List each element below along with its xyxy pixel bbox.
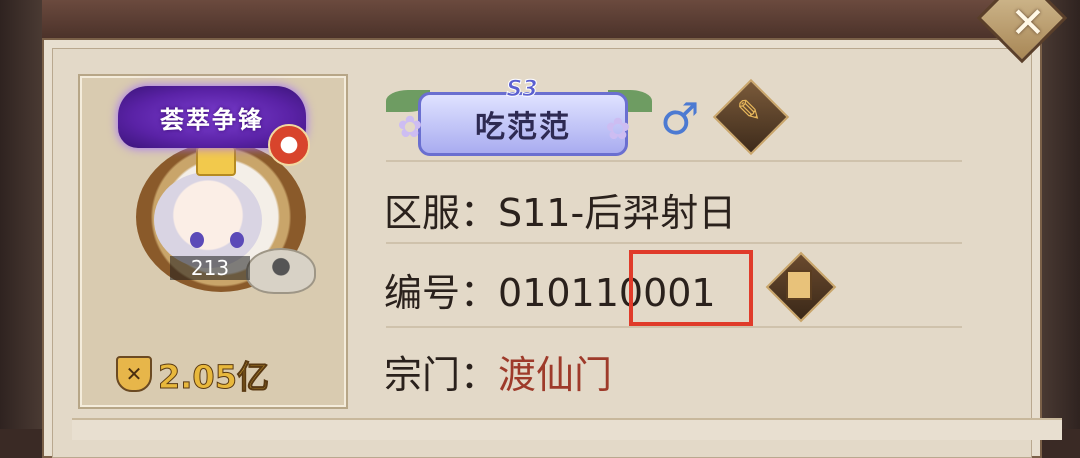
- avatar-eye-right: [230, 232, 244, 248]
- power-shield-icon: ✕: [116, 356, 152, 392]
- avatar[interactable]: [154, 172, 262, 268]
- right-frame: [1040, 0, 1080, 429]
- season-label: S3: [506, 76, 538, 102]
- divider: [386, 326, 962, 328]
- divider: [386, 160, 962, 162]
- flower-left-icon: ✿: [397, 110, 423, 145]
- bowl-icon: [246, 248, 316, 294]
- copy-icon[interactable]: [786, 270, 812, 300]
- top-frame: [0, 0, 1080, 40]
- player-level: 213: [170, 256, 250, 280]
- title-badge-text: 荟萃争锋: [160, 105, 264, 134]
- close-icon[interactable]: ✕: [998, 0, 1058, 52]
- left-frame: [0, 0, 42, 429]
- sect-row: 宗门：渡仙门: [384, 344, 612, 399]
- divider: [386, 242, 962, 244]
- sect-label: 宗门：: [384, 353, 499, 397]
- sect-value[interactable]: 渡仙门: [498, 353, 612, 397]
- server-label: 区服：: [384, 191, 499, 235]
- bottom-card: [72, 418, 1062, 440]
- crown-icon: [196, 146, 236, 176]
- combat-power: 2.05亿: [158, 358, 270, 397]
- gem-icon: [268, 124, 310, 166]
- gender-male-icon: ♂: [660, 94, 700, 145]
- avatar-eye-left: [190, 232, 204, 248]
- brush-icon[interactable]: ✎: [734, 94, 764, 138]
- server-value: S11-后羿射日: [498, 191, 737, 235]
- player-name: 吃范范: [475, 110, 571, 145]
- server-row: 区服：S11-后羿射日: [384, 182, 736, 237]
- flower-right-icon: ✿: [605, 112, 631, 147]
- id-highlight-box: [629, 250, 753, 326]
- id-label: 编号：: [384, 271, 499, 315]
